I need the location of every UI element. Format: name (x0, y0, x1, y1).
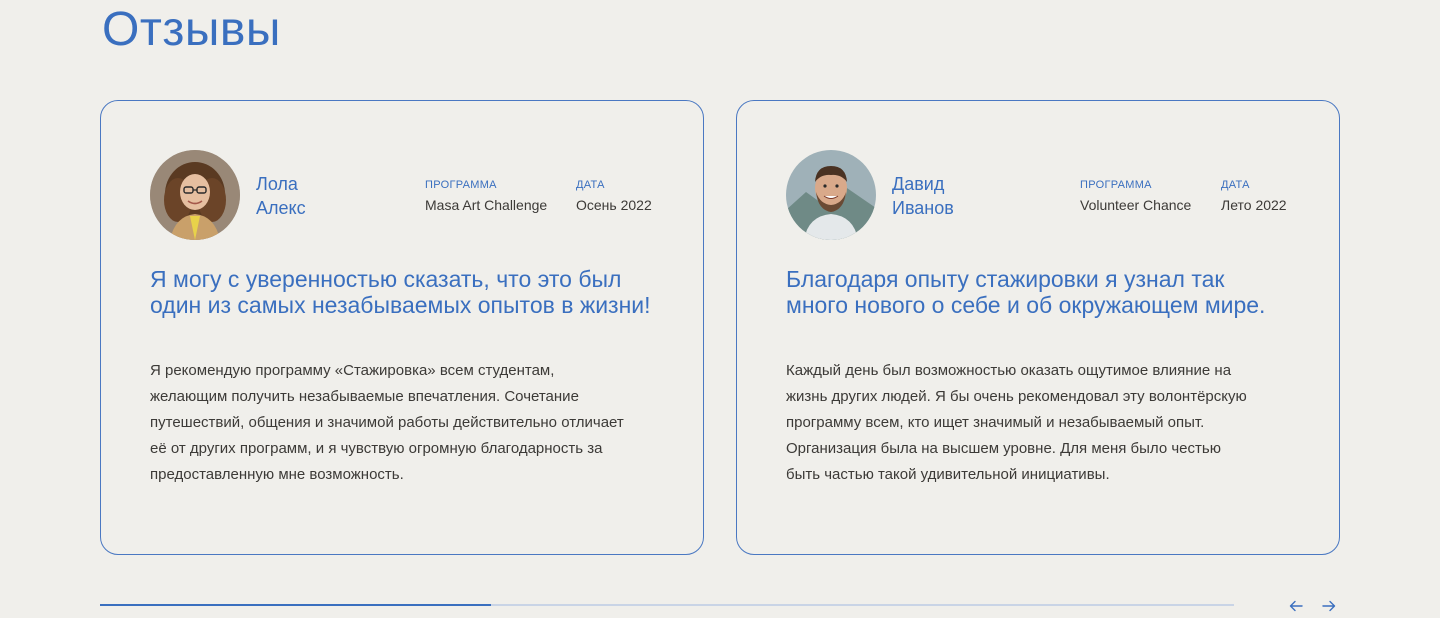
program-value: Volunteer Chance (1080, 197, 1192, 213)
arrow-left-icon (1289, 600, 1303, 612)
program-value: Masa Art Challenge (425, 197, 548, 213)
date-info: ДАТА Осень 2022 (576, 178, 652, 215)
section-title: Отзывы (102, 3, 281, 56)
reviewer-first-name: Лола (256, 174, 298, 194)
date-info: ДАТА Лето 2022 (1221, 178, 1287, 215)
slider-progress[interactable] (100, 604, 1234, 606)
avatar (150, 150, 240, 240)
date-value: Осень 2022 (576, 197, 652, 213)
reviewer-last-name: Иванов (892, 198, 954, 218)
slider-progress-fill (100, 604, 492, 606)
reviewer-first-name: Давид (892, 174, 945, 194)
review-card: Давид Иванов ПРОГРАММА Volunteer Chance … (736, 100, 1340, 555)
program-info: ПРОГРАММА Volunteer Chance (1080, 178, 1191, 215)
reviewer-name: Давид Иванов (892, 172, 954, 220)
review-text: Каждый день был возможностью оказать ощу… (786, 362, 1247, 483)
program-label: ПРОГРАММА (425, 179, 497, 191)
review-headline: Благодаря опыту стажировки я узнал так м… (786, 266, 1266, 318)
date-value: Лето 2022 (1221, 197, 1287, 213)
review-headline: Я могу с уверенностью сказать, что это б… (150, 266, 651, 318)
date-label: ДАТА (1221, 179, 1250, 191)
next-button[interactable] (1320, 597, 1338, 615)
review-card: Лола Алекс ПРОГРАММА Masa Art Challenge … (100, 100, 704, 555)
reviewer-last-name: Алекс (256, 198, 306, 218)
review-text: Я рекомендую программу «Стажировка» всем… (150, 362, 624, 483)
avatar (786, 150, 876, 240)
program-info: ПРОГРАММА Masa Art Challenge (425, 178, 547, 215)
prev-button[interactable] (1287, 597, 1305, 615)
arrow-right-icon (1322, 600, 1336, 612)
program-label: ПРОГРАММА (1080, 179, 1152, 191)
reviewer-name: Лола Алекс (256, 172, 306, 220)
date-label: ДАТА (576, 179, 605, 191)
